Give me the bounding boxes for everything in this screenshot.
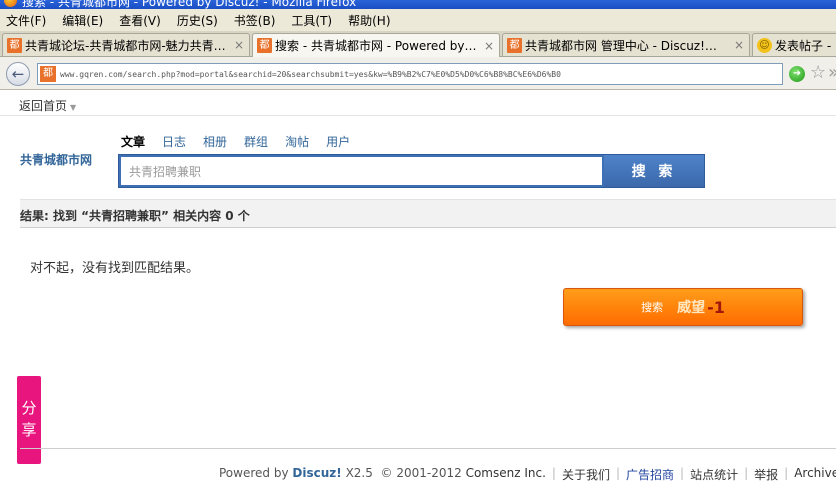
bookmark-star-icon[interactable]: ☆ bbox=[810, 63, 826, 83]
discuz-link[interactable]: Discuz! bbox=[292, 466, 341, 482]
comsenz-link[interactable]: Comsenz Inc. bbox=[466, 466, 546, 482]
back-home-link[interactable]: 返回首页 ▼ bbox=[19, 97, 76, 114]
tab-label: 搜索 - 共青城都市网 - Powered by… bbox=[275, 39, 477, 53]
address-text[interactable]: www.gqren.com/search.php?mod=portal&sear… bbox=[60, 70, 561, 79]
tab-label: 发表帖子 - bbox=[775, 38, 832, 53]
tab-search[interactable]: 都 搜索 - 共青城都市网 - Powered by… × bbox=[252, 33, 500, 57]
window-title: 搜索 - 共青城都市网 - Powered by Discuz! - Mozil… bbox=[22, 0, 357, 9]
close-icon[interactable]: × bbox=[733, 38, 745, 52]
search-box: 搜 索 bbox=[118, 154, 705, 188]
tab-collection[interactable]: 淘帖 bbox=[285, 133, 309, 150]
footer-divider bbox=[20, 448, 836, 449]
credit-change-toast: 搜索 威望 -1 bbox=[563, 288, 803, 326]
menu-bar: 文件(F) 编辑(E) 查看(V) 历史(S) 书签(B) 工具(T) 帮助(H… bbox=[0, 9, 836, 31]
copyright-label: © 2001-2012 bbox=[380, 466, 462, 480]
footer: Powered by Discuz! X2.5 © 2001-2012 Coms… bbox=[219, 466, 836, 482]
footer-link-ads[interactable]: 广告招商 bbox=[626, 466, 674, 482]
share-button[interactable]: 分享 bbox=[17, 376, 41, 464]
share-label: 分享 bbox=[21, 399, 37, 439]
search-button[interactable]: 搜 索 bbox=[604, 155, 704, 187]
footer-link-archiver[interactable]: Archiver bbox=[794, 466, 836, 482]
close-icon[interactable]: × bbox=[233, 38, 245, 52]
tab-admin-center[interactable]: 都 共青城都市网 管理中心 - Discuz!… × bbox=[502, 33, 750, 56]
menu-view[interactable]: 查看(V) bbox=[119, 12, 161, 29]
footer-link-about[interactable]: 关于我们 bbox=[562, 466, 610, 482]
menu-help[interactable]: 帮助(H) bbox=[348, 12, 390, 29]
footer-link-report[interactable]: 举报 bbox=[754, 466, 778, 482]
site-logo-text[interactable]: 共青城都市网 bbox=[20, 151, 92, 168]
tab-blog[interactable]: 日志 bbox=[162, 133, 186, 150]
tab-post-thread[interactable]: ☺ 发表帖子 - bbox=[752, 33, 836, 56]
site-favicon-icon: 都 bbox=[7, 37, 22, 53]
toast-action: 搜索 bbox=[641, 301, 664, 314]
divider bbox=[0, 115, 836, 116]
footer-link-stats[interactable]: 站点统计 bbox=[690, 466, 738, 482]
tab-label: 共青城都市网 管理中心 - Discuz!… bbox=[525, 38, 717, 53]
smiley-icon: ☺ bbox=[757, 37, 772, 53]
address-bar[interactable]: 都 www.gqren.com/search.php?mod=portal&se… bbox=[37, 63, 783, 85]
tab-article[interactable]: 文章 bbox=[121, 133, 145, 150]
result-summary-bar: 结果: 找到 “共青招聘兼职” 相关内容 0 个 bbox=[20, 199, 836, 228]
close-icon[interactable]: × bbox=[483, 39, 495, 53]
site-favicon-icon: 都 bbox=[507, 37, 522, 53]
firefox-logo-icon bbox=[4, 0, 17, 7]
back-button[interactable]: ← bbox=[6, 62, 30, 86]
menu-tools[interactable]: 工具(T) bbox=[291, 12, 332, 29]
tab-album[interactable]: 相册 bbox=[203, 133, 227, 150]
search-input[interactable] bbox=[121, 157, 602, 185]
page-content: 返回首页▼ 共青城都市网 文章 日志 相册 群组 淘帖 用户 搜 索 结果: 找… bbox=[0, 91, 836, 482]
menu-edit[interactable]: 编辑(E) bbox=[62, 12, 103, 29]
site-favicon-icon: 都 bbox=[257, 38, 272, 53]
toast-credit-delta: -1 bbox=[707, 297, 725, 317]
tab-bar: 都 共青城论坛-共青城都市网-魅力共青… × 都 搜索 - 共青城都市网 - P… bbox=[0, 31, 836, 57]
result-summary: 结果: 找到 “共青招聘兼职” 相关内容 0 个 bbox=[20, 209, 250, 223]
toolbar-overflow-icon[interactable]: » bbox=[828, 63, 836, 83]
tab-label: 共青城论坛-共青城都市网-魅力共青… bbox=[25, 38, 226, 53]
tab-group[interactable]: 群组 bbox=[244, 133, 268, 150]
menu-bookmarks[interactable]: 书签(B) bbox=[234, 12, 276, 29]
no-result-message: 对不起，没有找到匹配结果。 bbox=[30, 261, 200, 276]
window-title-bar: 搜索 - 共青城都市网 - Powered by Discuz! - Mozil… bbox=[0, 0, 836, 9]
go-button[interactable]: ➜ bbox=[789, 66, 805, 82]
version-label: X2.5 bbox=[345, 466, 373, 480]
toast-credit-name: 威望 bbox=[677, 300, 706, 316]
back-home-label: 返回首页 bbox=[19, 99, 68, 113]
tab-user[interactable]: 用户 bbox=[326, 133, 350, 150]
navigation-bar: ← 都 www.gqren.com/search.php?mod=portal&… bbox=[0, 57, 836, 90]
site-favicon-icon: 都 bbox=[40, 66, 56, 82]
menu-history[interactable]: 历史(S) bbox=[177, 12, 218, 29]
search-type-tabs: 文章 日志 相册 群组 淘帖 用户 bbox=[121, 133, 367, 150]
powered-by-label: Powered by bbox=[219, 466, 289, 480]
tab-forum-home[interactable]: 都 共青城论坛-共青城都市网-魅力共青… × bbox=[2, 33, 250, 56]
menu-file[interactable]: 文件(F) bbox=[6, 12, 46, 29]
chevron-down-icon: ▼ bbox=[70, 103, 77, 112]
